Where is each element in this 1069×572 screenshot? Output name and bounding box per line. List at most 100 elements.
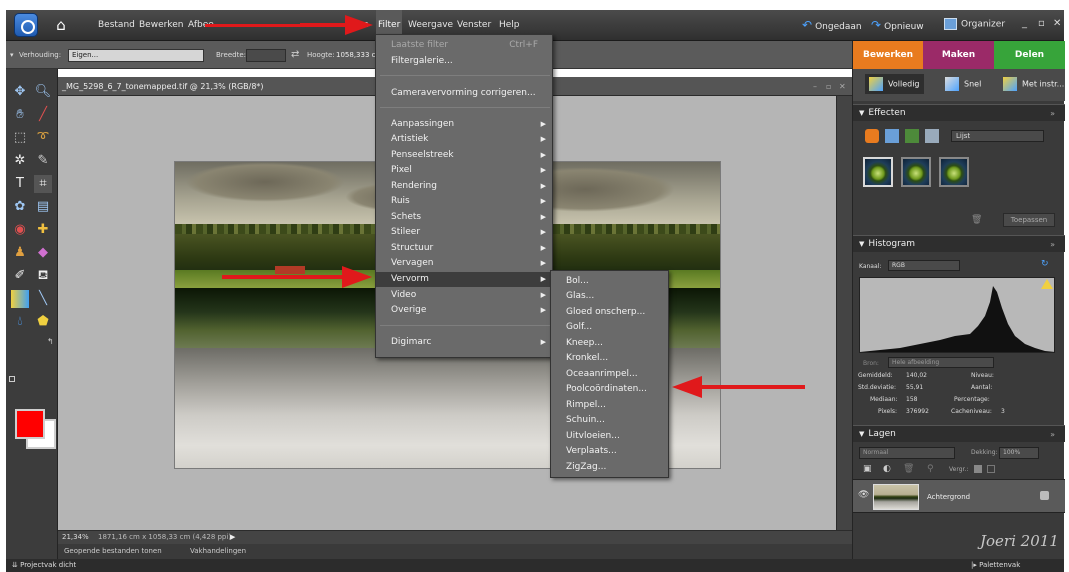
- photo-effects-icon[interactable]: [905, 129, 919, 143]
- home-icon[interactable]: ⌂: [50, 15, 72, 35]
- delete-layer-icon[interactable]: 🗑︎: [903, 464, 914, 474]
- adjustment-layer-icon[interactable]: ◐: [883, 464, 891, 474]
- minimize-button[interactable]: _: [1022, 18, 1027, 29]
- tab-maken[interactable]: Maken: [923, 41, 994, 69]
- menu-bewerken[interactable]: Bewerken: [137, 10, 185, 41]
- eraser-tool-icon[interactable]: ◆: [34, 244, 52, 262]
- lasso-tool-icon[interactable]: ➰︎: [34, 129, 52, 147]
- status-menu-icon[interactable]: ▶: [230, 531, 235, 544]
- move-tool-icon[interactable]: ✥: [11, 83, 29, 101]
- doc-restore-icon[interactable]: ▫: [826, 77, 831, 96]
- menu-item-artistic[interactable]: Artistiek ▶: [376, 132, 552, 147]
- menu-item-render[interactable]: Rendering ▶: [376, 179, 552, 194]
- redo-button[interactable]: ↷ Opnieuw: [871, 10, 924, 41]
- visibility-eye-icon[interactable]: 👁︎: [858, 490, 869, 500]
- submenu-item-liquify[interactable]: Uitvloeien...: [551, 429, 668, 444]
- menu-item-other[interactable]: Overige ▶: [376, 303, 552, 318]
- red-eye-tool-icon[interactable]: ◉: [11, 221, 29, 239]
- effect-thumbnail[interactable]: [901, 157, 931, 187]
- layers-panel-header[interactable]: ▼ Lagen »: [853, 425, 1065, 442]
- menu-item-video[interactable]: Video ▶: [376, 288, 552, 303]
- submenu-item-twirl[interactable]: Kronkel...: [551, 351, 668, 366]
- layer-row[interactable]: 👁︎ Achtergrond: [853, 479, 1065, 513]
- clone-stamp-tool-icon[interactable]: ♟: [11, 244, 29, 262]
- submenu-item-glass[interactable]: Glas...: [551, 289, 668, 304]
- mode-full[interactable]: Volledig: [865, 74, 924, 94]
- menu-item-texture[interactable]: Structuur ▶: [376, 241, 552, 256]
- width-input[interactable]: [246, 49, 286, 62]
- doc-close-icon[interactable]: ✕: [839, 77, 846, 96]
- bin-tab-open-files[interactable]: Geopende bestanden tonen: [64, 544, 162, 559]
- marquee-tool-icon[interactable]: ⬚: [11, 129, 29, 147]
- menu-item-pixelate[interactable]: Pixel ▶: [376, 163, 552, 178]
- mode-guided[interactable]: Met instr...: [1003, 77, 1064, 91]
- app-logo-icon[interactable]: [14, 13, 38, 37]
- menu-item-last-filter[interactable]: Laatste filter Ctrl+F: [376, 38, 552, 53]
- new-layer-icon[interactable]: ▣: [863, 464, 872, 474]
- all-effects-icon[interactable]: [925, 129, 939, 143]
- opacity-input[interactable]: 100%: [999, 447, 1039, 459]
- apply-button[interactable]: Toepassen: [1003, 213, 1055, 227]
- source-select[interactable]: Hele afbeelding: [888, 357, 994, 368]
- menu-item-noise[interactable]: Ruis ▶: [376, 194, 552, 209]
- sponge-tool-icon[interactable]: ⬟: [34, 313, 52, 331]
- submenu-item-ocean-ripple[interactable]: Oceaanrimpel...: [551, 367, 668, 382]
- panel-menu-icon[interactable]: »: [1050, 236, 1055, 253]
- menu-item-filter-gallery[interactable]: Filtergalerie...: [376, 54, 552, 69]
- magic-wand-tool-icon[interactable]: ✲: [11, 152, 29, 170]
- menu-item-blur[interactable]: Vervagen ▶: [376, 256, 552, 271]
- tab-bewerken[interactable]: Bewerken: [853, 41, 923, 69]
- channel-select[interactable]: RGB: [888, 260, 960, 271]
- crop-tool-icon[interactable]: ⌗: [34, 175, 52, 193]
- hand-tool-icon[interactable]: ✋︎: [11, 106, 29, 124]
- panel-menu-icon[interactable]: »: [1050, 426, 1055, 443]
- project-bin-toggle[interactable]: ⇊ Projectvak dicht: [12, 559, 76, 572]
- menu-item-distort[interactable]: Vervorm ▶: [376, 272, 552, 287]
- effect-thumbnail[interactable]: [863, 157, 893, 187]
- blur-tool-icon[interactable]: 💧︎: [11, 313, 29, 331]
- doc-minimize-icon[interactable]: –: [813, 77, 817, 96]
- menu-item-digimarc[interactable]: Digimarc ▶: [376, 335, 552, 350]
- straighten-tool-icon[interactable]: ▤: [34, 198, 52, 216]
- quick-selection-tool-icon[interactable]: ✎: [34, 152, 52, 170]
- submenu-item-polar-coordinates[interactable]: Poolcoördinaten...: [551, 382, 668, 397]
- cookie-cutter-tool-icon[interactable]: ✿: [11, 198, 29, 216]
- swap-icon[interactable]: ⇄: [291, 41, 299, 69]
- layer-styles-icon[interactable]: [885, 129, 899, 143]
- effects-panel-header[interactable]: ▼ Effecten »: [853, 104, 1065, 121]
- link-layer-icon[interactable]: ⚲: [927, 464, 934, 474]
- panel-menu-icon[interactable]: »: [1050, 105, 1055, 122]
- default-colors-icon[interactable]: [9, 376, 15, 382]
- gradient-tool-icon[interactable]: [11, 290, 29, 308]
- close-button[interactable]: ✕: [1053, 18, 1061, 29]
- eyedropper-tool-icon[interactable]: ╱: [34, 106, 52, 124]
- menu-item-adjustments[interactable]: Aanpassingen ▶: [376, 117, 552, 132]
- lock-all-icon[interactable]: [987, 465, 995, 473]
- healing-brush-tool-icon[interactable]: ✚: [34, 221, 52, 239]
- brush-tool-icon[interactable]: ✐: [11, 267, 29, 285]
- zoom-tool-icon[interactable]: 🔍︎: [34, 83, 52, 101]
- submenu-item-zigzag[interactable]: ZigZag...: [551, 460, 668, 475]
- submenu-item-pinch[interactable]: Kneep...: [551, 336, 668, 351]
- foreground-color-swatch[interactable]: [15, 409, 45, 439]
- menu-item-sketch[interactable]: Schets ▶: [376, 210, 552, 225]
- submenu-item-displace[interactable]: Verplaats...: [551, 444, 668, 459]
- trash-icon[interactable]: 🗑︎: [971, 215, 982, 225]
- filters-icon[interactable]: [865, 129, 879, 143]
- submenu-item-wave[interactable]: Golf...: [551, 320, 668, 335]
- histogram-panel-header[interactable]: ▼ Histogram »: [853, 235, 1065, 252]
- undo-button[interactable]: ↶ Ongedaan: [802, 10, 862, 41]
- submenu-item-diffuse-glow[interactable]: Gloed onscherp...: [551, 305, 668, 320]
- vertical-scrollbar[interactable]: [836, 96, 852, 530]
- maximize-button[interactable]: ▫: [1038, 18, 1045, 29]
- tab-delen[interactable]: Delen: [994, 41, 1065, 69]
- effects-filter-select[interactable]: Lijst: [951, 130, 1044, 142]
- mode-quick[interactable]: Snel: [945, 77, 981, 91]
- menu-bestand[interactable]: Bestand: [96, 10, 137, 41]
- shape-tool-icon[interactable]: ╲: [34, 290, 52, 308]
- paint-bucket-tool-icon[interactable]: ⛾: [34, 267, 52, 285]
- menu-item-camera-distortion[interactable]: Cameravervorming corrigeren...: [376, 86, 552, 101]
- palette-bin-toggle[interactable]: |▸ Palettenvak: [971, 559, 1020, 572]
- effect-thumbnail[interactable]: [939, 157, 969, 187]
- organizer-button[interactable]: Organizer: [944, 18, 1005, 30]
